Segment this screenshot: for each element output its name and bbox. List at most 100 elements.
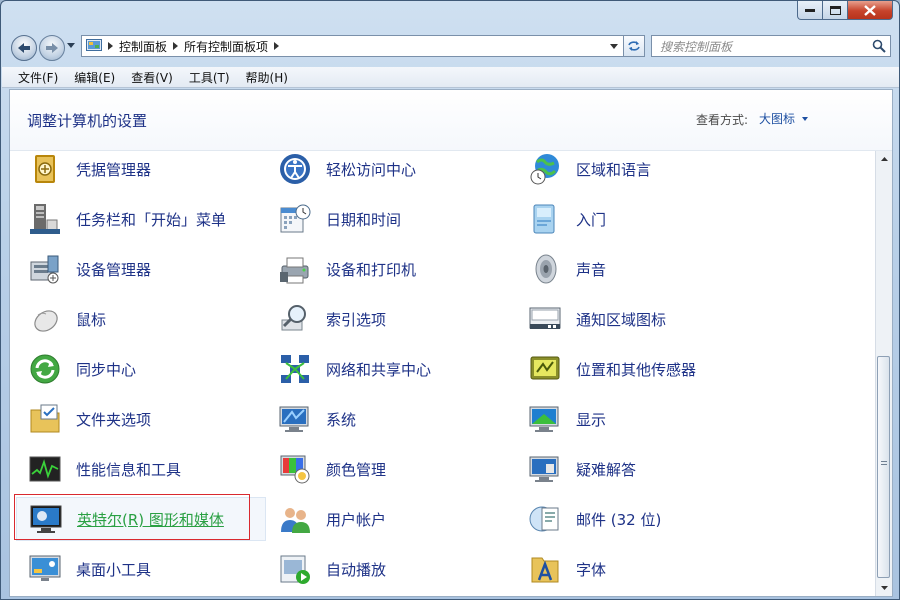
control-panel-item-label: 位置和其他传感器	[576, 360, 697, 379]
magnifier-icon	[281, 305, 306, 331]
recent-pages-dropdown[interactable]	[67, 43, 75, 48]
arrow-left-icon	[18, 43, 30, 53]
control-panel-item[interactable]: 自动播放	[266, 547, 516, 591]
menu-view[interactable]: 查看(V)	[123, 69, 181, 86]
control-panel-item[interactable]: 同步中心	[16, 347, 266, 391]
control-panel-item-label: 通知区域图标	[576, 310, 667, 329]
taskbar-icon	[30, 204, 60, 234]
sensor-icon	[530, 356, 560, 380]
scrollbar-grip	[881, 461, 887, 467]
refresh-button[interactable]	[623, 35, 645, 57]
breadcrumb-separator[interactable]	[274, 42, 280, 50]
control-panel-item[interactable]: 鼠标	[16, 297, 266, 341]
chevron-down-icon[interactable]	[802, 117, 808, 121]
menu-help[interactable]: 帮助(H)	[238, 69, 296, 86]
control-panel-item[interactable]: 桌面小工具	[16, 547, 266, 591]
forward-button[interactable]	[39, 35, 65, 61]
refresh-icon	[628, 41, 640, 51]
address-bar[interactable]: 控制面板 所有控制面板项	[81, 35, 625, 57]
breadcrumb-separator[interactable]	[108, 42, 113, 50]
control-panel-item[interactable]: 入门	[516, 197, 766, 241]
vertical-scrollbar[interactable]	[875, 151, 892, 596]
control-panel-item-label: 任务栏和「开始」菜单	[76, 210, 227, 229]
control-panel-item[interactable]: 设备和打印机	[266, 247, 516, 291]
menu-tools[interactable]: 工具(T)	[181, 69, 238, 86]
sync-icon	[30, 354, 60, 384]
menu-file[interactable]: 文件(F)	[2, 69, 66, 86]
performance-icon	[29, 456, 61, 482]
scroll-up-icon	[880, 157, 888, 161]
notification-icon	[529, 307, 561, 329]
control-panel-item-label: 日期和时间	[326, 210, 402, 229]
device-manager-icon	[30, 255, 59, 284]
control-panel-item-label: 文件夹选项	[76, 410, 152, 429]
maximize-button[interactable]	[823, 1, 848, 20]
navigation-bar: 控制面板 所有控制面板项 搜索控制面板	[9, 33, 893, 61]
control-panel-item-label: 系统	[326, 410, 357, 429]
breadcrumb-separator[interactable]	[173, 42, 179, 50]
mail-icon	[529, 506, 559, 532]
control-panel-item-label: 设备和打印机	[326, 260, 417, 279]
control-panel-item[interactable]: 位置和其他传感器	[516, 347, 766, 391]
control-panel-item[interactable]: 网络和共享中心	[266, 347, 516, 391]
highlight-annotation-box	[14, 494, 250, 540]
control-panel-item-label: 疑难解答	[576, 460, 637, 479]
autoplay-icon	[280, 555, 310, 584]
menu-bar: 文件(F) 编辑(E) 查看(V) 工具(T) 帮助(H)	[2, 67, 899, 88]
vault-icon	[35, 155, 55, 183]
minimize-button[interactable]	[797, 1, 823, 20]
control-panel-item[interactable]: 用户帐户	[266, 497, 516, 541]
control-panel-item[interactable]: 性能信息和工具	[16, 447, 266, 491]
control-panel-item[interactable]: 凭据管理器	[16, 151, 266, 191]
breadcrumb-all-items[interactable]: 所有控制面板项	[184, 38, 268, 55]
control-panel-item[interactable]: 文件夹选项	[16, 397, 266, 441]
control-panel-item[interactable]: 通知区域图标	[516, 297, 766, 341]
control-panel-item-label: 用户帐户	[326, 510, 387, 529]
content-pane: 调整计算机的设置 查看方式: 大图标 凭据管理器任务栏和「开始」菜单 设备管理器鼠…	[9, 89, 893, 597]
search-icon[interactable]	[872, 39, 886, 53]
control-panel-item[interactable]: 声音	[516, 247, 766, 291]
control-panel-item-label: 邮件 (32 位)	[576, 510, 662, 529]
view-by-label: 查看方式:	[696, 113, 749, 127]
back-button[interactable]	[11, 35, 37, 61]
troubleshoot-icon	[529, 456, 559, 482]
minimize-icon	[805, 9, 815, 12]
address-history-dropdown[interactable]	[610, 44, 618, 49]
view-by-dropdown[interactable]: 大图标	[759, 110, 795, 127]
control-panel-item[interactable]: 区域和语言	[516, 151, 766, 191]
scroll-up-button[interactable]	[876, 151, 892, 167]
control-panel-item-label: 入门	[576, 210, 607, 229]
control-panel-item[interactable]: 显示	[516, 397, 766, 441]
control-panel-item[interactable]: 颜色管理	[266, 447, 516, 491]
scrollbar-thumb[interactable]	[877, 356, 890, 578]
users-icon	[281, 508, 310, 533]
search-box[interactable]: 搜索控制面板	[651, 35, 891, 57]
control-panel-item-label: 声音	[576, 260, 607, 279]
control-panel-item[interactable]: 日期和时间	[266, 197, 516, 241]
close-button[interactable]	[848, 1, 893, 20]
control-panel-item[interactable]: 邮件 (32 位)	[516, 497, 766, 541]
scroll-down-button[interactable]	[876, 580, 892, 596]
control-panel-item[interactable]: 任务栏和「开始」菜单	[16, 197, 266, 241]
control-panel-item[interactable]: 索引选项	[266, 297, 516, 341]
menu-edit[interactable]: 编辑(E)	[66, 69, 123, 86]
control-panel-item[interactable]: 疑难解答	[516, 447, 766, 491]
system-icon	[279, 406, 309, 432]
folder-options-icon	[30, 404, 60, 433]
control-panel-item[interactable]: 轻松访问中心	[266, 151, 516, 191]
control-panel-item-label: 网络和共享中心	[326, 360, 432, 379]
control-panel-items: 凭据管理器 任务栏和「开始」菜单 设备管理器 鼠标 同步中心 文件夹选项 性能信息和工具 英特…	[10, 151, 876, 596]
control-panel-item-label: 设备管理器	[76, 260, 152, 279]
content-header: 调整计算机的设置 查看方式: 大图标	[10, 90, 892, 151]
control-panel-item-label: 区域和语言	[576, 160, 652, 179]
speaker-icon	[535, 254, 557, 284]
control-panel-item[interactable]: 字体	[516, 547, 766, 591]
gadgets-icon	[29, 555, 61, 581]
control-panel-icon	[86, 39, 102, 51]
getting-started-icon	[533, 204, 555, 234]
caption-buttons	[797, 1, 893, 21]
control-panel-item[interactable]: 系统	[266, 397, 516, 441]
breadcrumb-control-panel[interactable]: 控制面板	[119, 38, 167, 55]
control-panel-item-label: 同步中心	[76, 360, 137, 379]
control-panel-item[interactable]: 设备管理器	[16, 247, 266, 291]
